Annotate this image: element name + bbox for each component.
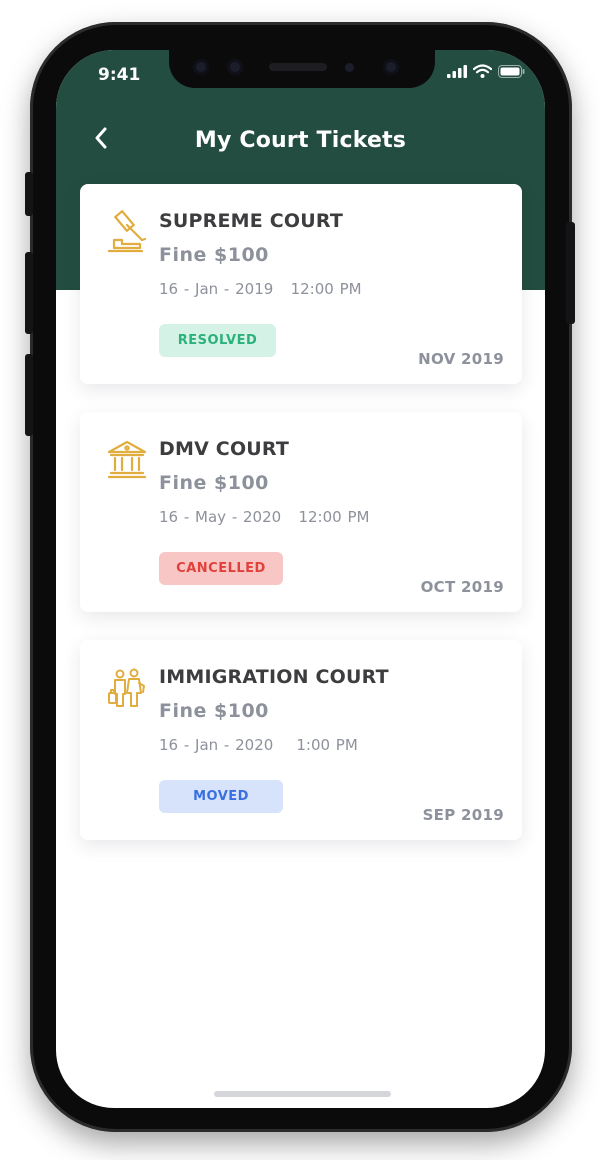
status-badge: RESOLVED (159, 324, 276, 357)
gavel-icon (106, 210, 148, 254)
ticket-card[interactable]: SUPREME COURT Fine $100 16 - Jan - 2019 … (80, 184, 522, 384)
court-name: SUPREME COURT (159, 210, 344, 232)
court-name: DMV COURT (159, 438, 290, 460)
battery-icon (498, 64, 525, 78)
ticket-month: OCT 2019 (420, 578, 504, 596)
ticket-datetime: 16 - Jan - 2019 12:00 PM (159, 280, 362, 298)
speaker-grille (269, 63, 327, 71)
court-name: IMMIGRATION COURT (159, 666, 389, 688)
ticket-datetime: 16 - May - 2020 12:00 PM (159, 508, 370, 526)
side-button-power (566, 222, 575, 324)
status-icons (447, 64, 525, 78)
courthouse-icon (106, 438, 148, 482)
sensor-icon (227, 59, 243, 75)
ticket-month: NOV 2019 (418, 350, 504, 368)
signal-icon (447, 64, 467, 78)
home-indicator[interactable] (214, 1091, 391, 1097)
side-button-mute (25, 172, 33, 216)
ticket-datetime: 16 - Jan - 2020 1:00 PM (159, 736, 358, 754)
fine-amount: Fine $100 (159, 244, 269, 266)
page-title: My Court Tickets (194, 128, 407, 153)
notch (169, 50, 435, 88)
side-button-volume-up (25, 252, 33, 334)
fine-amount: Fine $100 (159, 700, 269, 722)
side-button-volume-down (25, 354, 33, 436)
ticket-card[interactable]: DMV COURT Fine $100 16 - May - 2020 12:0… (80, 412, 522, 612)
front-camera-icon (383, 59, 399, 75)
fine-amount: Fine $100 (159, 472, 269, 494)
immigrants-icon (106, 666, 148, 710)
status-time: 9:41 (98, 65, 141, 85)
ticket-card[interactable]: IMMIGRATION COURT Fine $100 16 - Jan - 2… (80, 640, 522, 840)
camera-icon (193, 59, 209, 75)
wifi-icon (473, 64, 492, 78)
proximity-sensor-icon (345, 63, 354, 72)
status-badge: CANCELLED (159, 552, 283, 585)
ticket-month: SEP 2019 (422, 806, 504, 824)
status-badge: MOVED (159, 780, 283, 813)
app-screen: 9:41 My Court Tickets SUPREME COURT Fine… (56, 50, 545, 1108)
